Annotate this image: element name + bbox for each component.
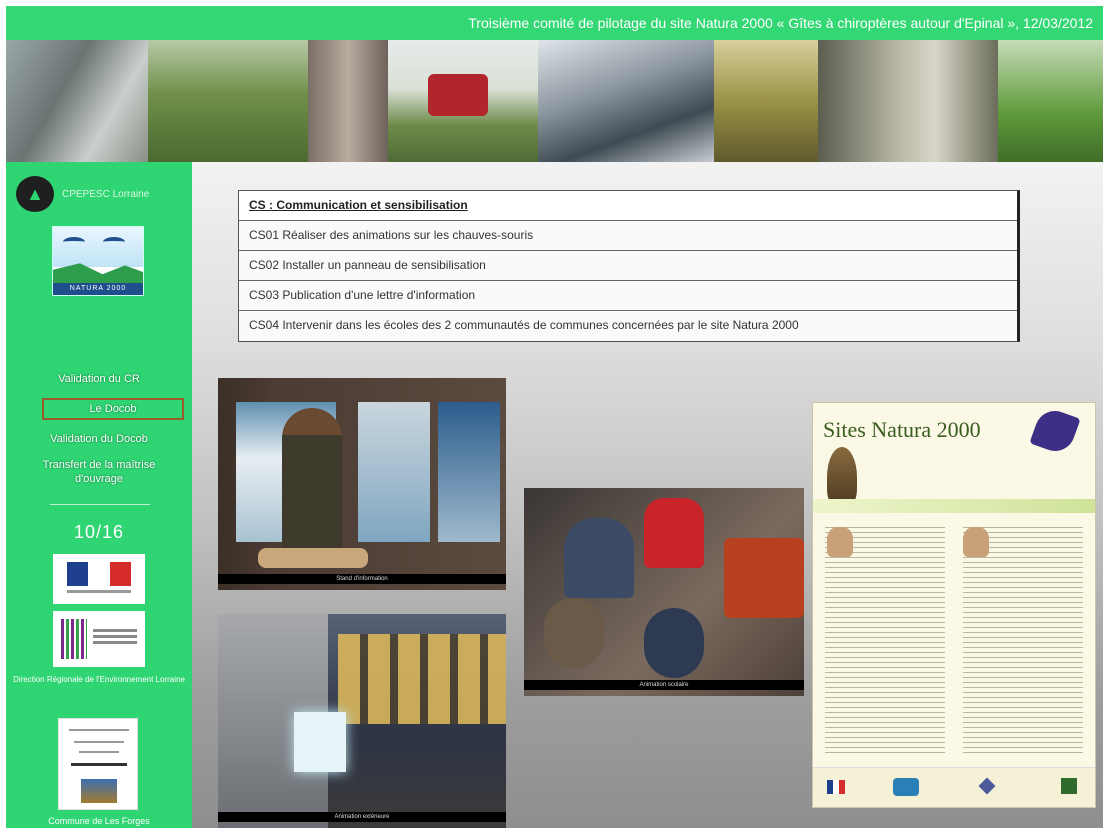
natura-caption: NATURA 2000 (53, 283, 143, 295)
newsletter-footer (813, 767, 1095, 807)
cs-actions-table: CS : Communication et sensibilisation CS… (238, 190, 1020, 342)
sidebar: ▲ CPEPESC Lorraine NATURA 2000 Validatio… (6, 162, 192, 828)
banner-lynx-photo (818, 40, 998, 162)
commune-logo (58, 718, 138, 810)
newsletter-cover: Sites Natura 2000 (812, 402, 1096, 808)
newsletter-title: Sites Natura 2000 (823, 417, 981, 442)
republique-francaise-logo (53, 554, 145, 604)
photo3-caption: Animation scolaire (524, 680, 804, 690)
header-title: Troisième comité de pilotage du site Nat… (6, 6, 1103, 40)
cs-row-cs02: CS02 Installer un panneau de sensibilisa… (239, 251, 1017, 281)
nav-item-validation-cr[interactable]: Validation du CR (6, 372, 192, 386)
nav-item-docob[interactable]: Le Docob (42, 398, 184, 420)
photo-information-stand: Stand d'information (218, 378, 506, 590)
cpepesc-logo-row: ▲ CPEPESC Lorraine (16, 176, 186, 212)
banner-grass-photo (998, 40, 1103, 162)
dreal-caption: Direction Régionale de l'Environnement L… (13, 675, 185, 684)
commune-caption: Commune de Les Forges (48, 816, 150, 826)
bat-logo-icon: ▲ (16, 176, 54, 212)
main-content: CS : Communication et sensibilisation CS… (192, 162, 1103, 828)
dreal-logo (53, 611, 145, 667)
banner-worker-photo (714, 40, 818, 162)
portrait-right (963, 527, 989, 557)
banner-rock-photo (6, 40, 148, 162)
banner-field-photo (148, 40, 308, 162)
photo-outdoor-animation: Animation extérieure (218, 614, 506, 828)
page-frame: Troisième comité de pilotage du site Nat… (6, 6, 1103, 828)
photo2-caption: Animation extérieure (218, 812, 506, 822)
banner-tractor-photo (388, 40, 538, 162)
photo1-caption: Stand d'information (218, 574, 506, 584)
columbine-flower-icon (1029, 405, 1081, 457)
banner-water-photo (538, 40, 714, 162)
photo-school-animation: Animation scolaire (524, 488, 804, 696)
natura-2000-logo: NATURA 2000 (52, 226, 144, 296)
sidebar-nav: Validation du CR Le Docob Validation du … (6, 372, 192, 498)
photo-banner (6, 40, 1103, 162)
banner-bat-photo (308, 40, 388, 162)
nav-item-transfert[interactable]: Transfert de la maîtrise d'ouvrage (6, 458, 192, 486)
cs-row-cs03: CS03 Publication d'une lettre d'informat… (239, 281, 1017, 311)
nav-item-validation-docob[interactable]: Validation du Docob (6, 432, 192, 446)
cs-row-cs01: CS01 Réaliser des animations sur les cha… (239, 221, 1017, 251)
portrait-left (827, 527, 853, 557)
sidebar-divider (50, 504, 150, 505)
cs-row-cs04: CS04 Intervenir dans les écoles des 2 co… (239, 311, 1017, 341)
bat-illustration (827, 447, 857, 507)
cs-table-header: CS : Communication et sensibilisation (239, 191, 1017, 221)
page-counter: 10/16 (73, 522, 125, 542)
org-label: CPEPESC Lorraine (62, 188, 150, 200)
